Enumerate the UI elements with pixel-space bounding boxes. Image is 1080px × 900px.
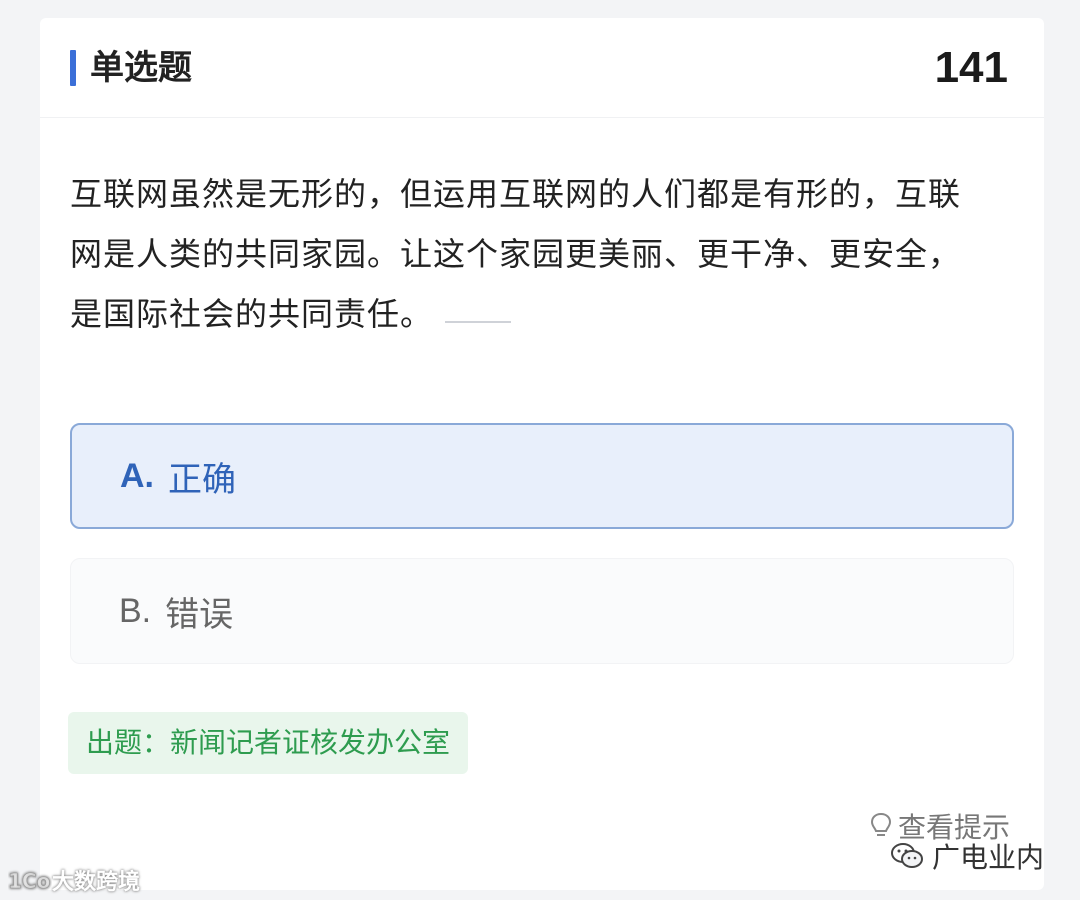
option-letter: A.: [120, 456, 154, 495]
option-a-button[interactable]: A. 正确: [70, 423, 1014, 529]
option-b-button[interactable]: B. 错误: [70, 558, 1014, 664]
wechat-icon: [890, 843, 923, 868]
brand-logo-icon: 1Co: [8, 869, 51, 892]
question-line: 是国际社会的共同责任。: [70, 284, 1020, 344]
svg-text:1Co: 1Co: [8, 869, 50, 892]
brand-watermark: 1Co 大数跨境: [8, 864, 140, 896]
wechat-watermark: 广电业内: [890, 836, 1044, 876]
question-card: 单选题 141 互联网虽然是无形的，但运用互联网的人们都是有形的，互联 网是人类…: [40, 18, 1044, 890]
answer-blank: [445, 321, 512, 323]
lightbulb-icon: [870, 812, 891, 836]
question-line: 互联网虽然是无形的，但运用互联网的人们都是有形的，互联: [70, 175, 962, 213]
brand-watermark-text: 大数跨境: [52, 870, 141, 895]
question-type-title: 单选题: [90, 48, 192, 88]
question-source-badge: 出题：新闻记者证核发办公室: [68, 712, 469, 774]
question-text: 互联网虽然是无形的，但运用互联网的人们都是有形的，互联 网是人类的共同家园。让这…: [70, 164, 1020, 344]
option-label: 错误: [165, 594, 234, 635]
quiz-page: 单选题 141 互联网虽然是无形的，但运用互联网的人们都是有形的，互联 网是人类…: [0, 0, 1080, 900]
title-accent-bar: [70, 50, 76, 86]
wechat-account-name: 广电业内: [931, 841, 1044, 874]
option-letter: B.: [119, 591, 152, 630]
option-label: 正确: [168, 459, 236, 500]
question-line: 网是人类的共同家园。让这个家园更美丽、更干净、更安全，: [70, 235, 962, 273]
question-number: 141: [934, 43, 1008, 92]
question-header: 单选题 141: [40, 18, 1044, 118]
